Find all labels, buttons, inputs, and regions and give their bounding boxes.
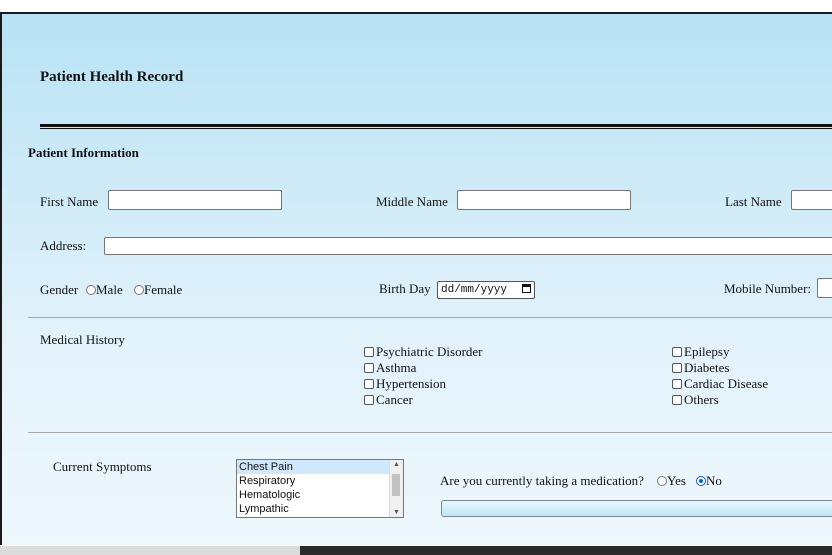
list-item[interactable]: Chest Pain	[237, 460, 403, 474]
last-name-label: Last Name	[725, 194, 782, 209]
first-name-label: First Name	[40, 194, 99, 209]
cancer-checkbox[interactable]	[364, 395, 374, 405]
current-symptoms-label: Current Symptoms	[53, 459, 152, 474]
checkbox-label: Hypertension	[376, 376, 447, 391]
checkbox-label: Asthma	[376, 360, 417, 375]
medication-details-field[interactable]	[441, 500, 832, 517]
list-item[interactable]: Lympathic	[237, 502, 403, 516]
male-radio[interactable]	[86, 285, 96, 295]
checkbox-label: Psychiatric Disorder	[376, 344, 483, 359]
asthma-checkbox[interactable]	[364, 363, 374, 373]
address-field[interactable]	[104, 237, 832, 255]
yes-radio[interactable]	[657, 476, 667, 486]
no-radio[interactable]	[696, 476, 706, 486]
checkbox-item[interactable]: Hypertension	[364, 376, 483, 392]
section-divider	[28, 432, 832, 433]
checkbox-item[interactable]: Diabetes	[672, 360, 768, 376]
symptoms-listbox[interactable]: Chest Pain Respiratory Hematologic Lympa…	[236, 459, 404, 518]
list-item[interactable]: Respiratory	[237, 474, 403, 488]
mobile-number-label: Mobile Number:	[724, 281, 812, 296]
section-title: Patient Information	[28, 145, 139, 160]
taskbar	[0, 546, 832, 555]
psychiatric-disorder-checkbox[interactable]	[364, 347, 374, 357]
medical-history-column-1: Psychiatric Disorder Asthma Hypertension…	[364, 344, 483, 408]
checkbox-item[interactable]: Epilepsy	[672, 344, 768, 360]
title-divider-thin	[40, 128, 832, 129]
section-divider	[28, 317, 832, 318]
middle-name-field[interactable]	[457, 190, 631, 210]
checkbox-label: Epilepsy	[684, 344, 730, 359]
gender-label: Gender	[40, 282, 79, 297]
medication-no-option[interactable]: No	[696, 473, 722, 489]
page-title: Patient Health Record	[40, 69, 184, 85]
birthday-placeholder: dd/mm/yyyy	[441, 284, 508, 296]
gender-female-option[interactable]: Female	[134, 282, 182, 298]
scroll-up-icon[interactable]: ▲	[393, 461, 400, 468]
no-label: No	[706, 473, 722, 488]
checkbox-item[interactable]: Asthma	[364, 360, 483, 376]
male-label: Male	[96, 282, 123, 297]
address-label: Address:	[40, 238, 87, 253]
cardiac-disease-checkbox[interactable]	[672, 379, 682, 389]
checkbox-label: Cardiac Disease	[684, 376, 769, 391]
medical-history-column-2: Epilepsy Diabetes Cardiac Disease Others	[672, 344, 768, 408]
checkbox-item[interactable]: Cardiac Disease	[672, 376, 768, 392]
medical-history-label: Medical History	[40, 332, 125, 347]
medication-yes-option[interactable]: Yes	[657, 473, 686, 489]
others-checkbox[interactable]	[672, 395, 682, 405]
scrollbar-thumb[interactable]	[392, 474, 400, 496]
medication-question: Are you currently taking a medication?	[440, 473, 644, 488]
hypertension-checkbox[interactable]	[364, 379, 374, 389]
checkbox-item[interactable]: Cancer	[364, 392, 483, 408]
calendar-icon[interactable]	[522, 284, 531, 293]
checkbox-label: Cancer	[376, 392, 413, 407]
list-item[interactable]: Hematologic	[237, 488, 403, 502]
listbox-scrollbar[interactable]: ▲ ▼	[389, 460, 403, 517]
middle-name-label: Middle Name	[376, 194, 448, 209]
yes-label: Yes	[667, 473, 686, 488]
scroll-down-icon[interactable]: ▼	[393, 509, 400, 516]
checkbox-label: Others	[684, 392, 719, 407]
checkbox-item[interactable]: Psychiatric Disorder	[364, 344, 483, 360]
diabetes-checkbox[interactable]	[672, 363, 682, 373]
checkbox-label: Diabetes	[684, 360, 730, 375]
birthday-date-input[interactable]: dd/mm/yyyy	[437, 281, 535, 299]
birthday-label: Birth Day	[379, 281, 431, 296]
female-label: Female	[144, 282, 183, 297]
taskbar-left-area	[0, 546, 300, 555]
first-name-field[interactable]	[108, 190, 282, 210]
checkbox-item[interactable]: Others	[672, 392, 768, 408]
gender-male-option[interactable]: Male	[86, 282, 123, 298]
last-name-field[interactable]	[791, 190, 832, 210]
patient-record-form: Patient Health Record Patient Informatio…	[0, 12, 832, 545]
female-radio[interactable]	[134, 285, 144, 295]
mobile-number-field[interactable]	[817, 278, 832, 298]
title-divider	[40, 124, 832, 127]
epilepsy-checkbox[interactable]	[672, 347, 682, 357]
